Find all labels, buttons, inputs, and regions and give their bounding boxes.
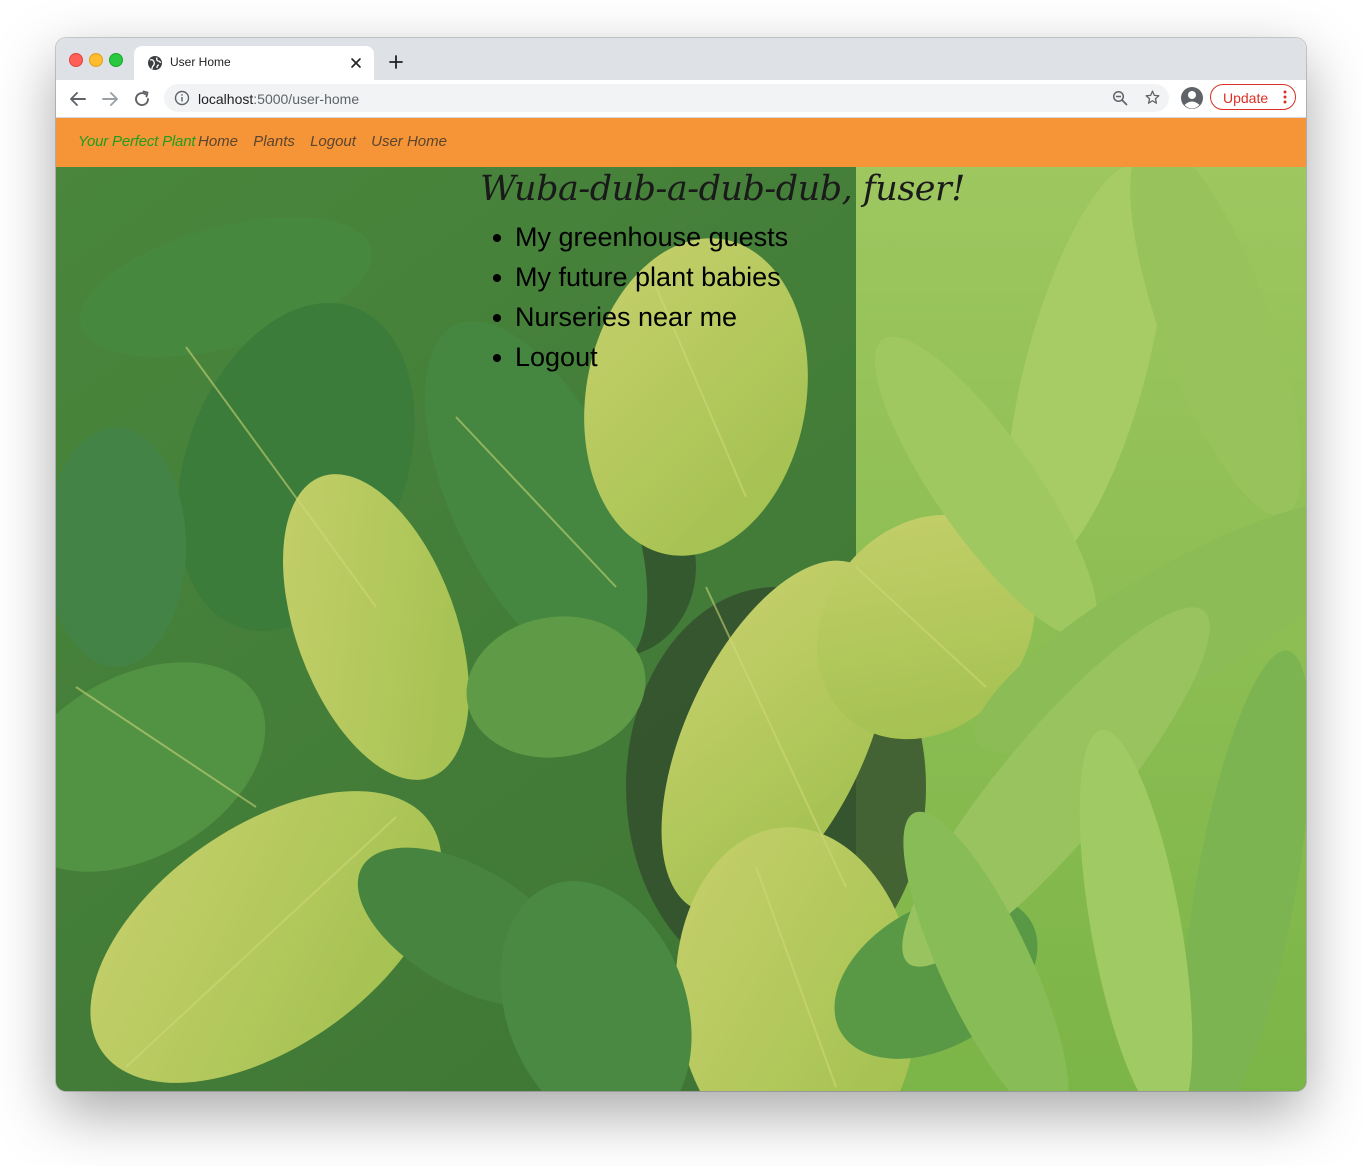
user-menu-list: My greenhouse guests My future plant bab… (493, 222, 788, 382)
zoom-out-icon[interactable] (1112, 90, 1128, 106)
menu-item-label[interactable]: My greenhouse guests (515, 222, 788, 252)
menu-item-label[interactable]: My future plant babies (515, 262, 781, 292)
list-bullet (493, 234, 501, 242)
forward-arrow-icon[interactable] (100, 89, 120, 109)
globe-icon (148, 56, 162, 70)
nav-link-user-home[interactable]: User Home (371, 133, 447, 150)
browser-window: User Home localhost:5000/user-home Updat… (56, 38, 1306, 1091)
menu-item-future-plant-babies[interactable]: My future plant babies (493, 262, 788, 302)
url-path: :5000/user-home (253, 91, 360, 107)
close-window-button[interactable] (69, 53, 83, 67)
menu-item-nurseries-near-me[interactable]: Nurseries near me (493, 302, 788, 342)
page-viewport: Your Perfect Plant Home Plants Logout Us… (56, 118, 1306, 1091)
tab-title: User Home (170, 55, 231, 69)
plus-icon[interactable] (388, 54, 404, 70)
url-text[interactable]: localhost:5000/user-home (198, 91, 359, 107)
update-button[interactable]: Update (1210, 84, 1296, 110)
nav-links: Home Plants Logout User Home (198, 133, 458, 150)
page-title: Wuba-dub-a-dub-dub, fuser! (480, 169, 965, 209)
kebab-menu-icon[interactable] (1283, 90, 1287, 104)
list-bullet (493, 354, 501, 362)
nav-link-logout[interactable]: Logout (310, 133, 356, 150)
site-navbar: Your Perfect Plant Home Plants Logout Us… (56, 118, 1306, 167)
close-icon[interactable] (348, 55, 364, 71)
menu-item-greenhouse-guests[interactable]: My greenhouse guests (493, 222, 788, 262)
nav-link-plants[interactable]: Plants (253, 133, 295, 150)
minimize-window-button[interactable] (89, 53, 103, 67)
back-arrow-icon[interactable] (68, 89, 88, 109)
menu-item-label[interactable]: Nurseries near me (515, 302, 737, 332)
tab-strip: User Home (56, 38, 1306, 80)
bookmark-star-icon[interactable] (1144, 89, 1161, 106)
menu-item-label[interactable]: Logout (515, 342, 598, 372)
menu-item-logout[interactable]: Logout (493, 342, 788, 382)
list-bullet (493, 274, 501, 282)
profile-avatar-icon[interactable] (1180, 86, 1204, 110)
info-icon[interactable] (174, 90, 190, 106)
url-host: localhost (198, 91, 254, 107)
brand-link[interactable]: Your Perfect Plant (78, 133, 196, 150)
nav-link-home[interactable]: Home (198, 133, 238, 150)
reload-icon[interactable] (132, 89, 152, 109)
list-bullet (493, 314, 501, 322)
tab-user-home[interactable]: User Home (134, 46, 374, 80)
address-bar[interactable]: localhost:5000/user-home (164, 84, 1169, 112)
browser-toolbar: localhost:5000/user-home Update (56, 80, 1306, 118)
maximize-window-button[interactable] (109, 53, 123, 67)
update-label: Update (1223, 90, 1269, 106)
